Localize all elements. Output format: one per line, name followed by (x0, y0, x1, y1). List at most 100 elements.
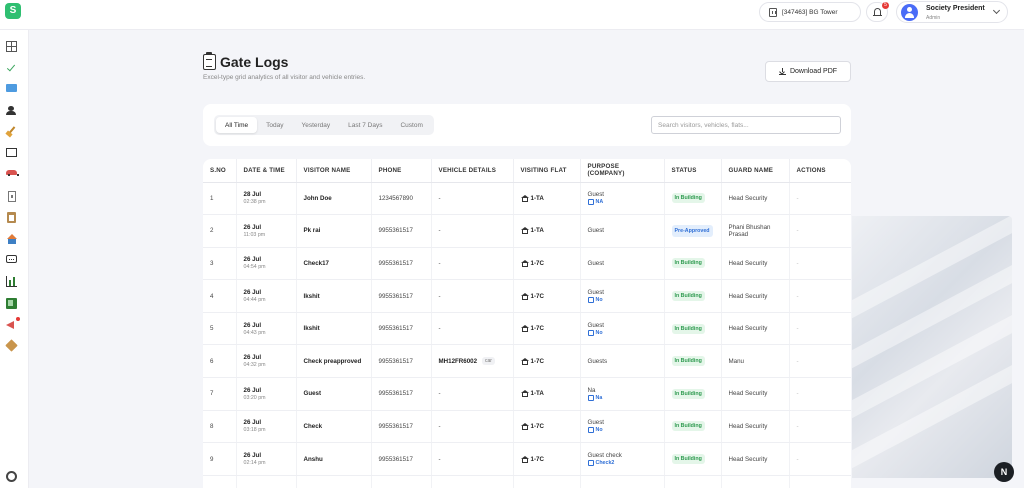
status-cell: In Building (664, 279, 722, 313)
table-row[interactable]: 5 26 Jul 04:43 pm Ikshit 9955361517-1-7C Gues… (203, 312, 851, 346)
purpose-text: Guest check (587, 452, 622, 460)
actions-cell[interactable] (789, 475, 851, 488)
table-row[interactable]: 26 Jul Guest (203, 475, 851, 488)
entry-time: 04:32 pm (243, 362, 266, 369)
table-row[interactable]: 7 26 Jul 03:20 pm Guest 9955361517-1-TA Na Na I… (203, 377, 851, 411)
datetime-cell: 26 Jul 04:44 pm (236, 279, 297, 313)
column-header[interactable]: VISITING FLAT (513, 159, 581, 183)
actions-cell[interactable]: - (789, 442, 851, 476)
guard-cell: Head Security (721, 247, 790, 281)
profile-menu[interactable]: Society President Admin (896, 1, 1008, 23)
chart-icon[interactable] (6, 276, 17, 287)
flat-number: 1-7C (530, 325, 544, 333)
table-row[interactable]: 3 26 Jul 04:54 pm Check17 9955361517-1-7C Gue… (203, 247, 851, 281)
column-header[interactable]: PURPOSE (COMPANY) (580, 159, 665, 183)
table-row[interactable]: 9 26 Jul 02:14 pm Anshu 9955361517-1-7C Guest… (203, 442, 851, 476)
people-icon[interactable] (6, 105, 17, 116)
entry-date: 26 Jul (243, 354, 262, 362)
car-icon[interactable] (6, 170, 19, 176)
broom-icon[interactable] (6, 126, 17, 137)
column-header[interactable]: PHONE (371, 159, 432, 183)
download-icon (778, 68, 786, 75)
status-cell: In Building (664, 410, 722, 444)
table-row[interactable]: 4 26 Jul 04:44 pm Ikshit 9955361517-1-7C Gues… (203, 279, 851, 313)
gate-logs-table: S.NO DATE & TIME VISITOR NAME PHONE VEHI… (203, 159, 851, 488)
download-pdf-button[interactable]: Download PDF (765, 61, 851, 82)
flat-cell: 1-7C (513, 279, 581, 313)
grid-icon[interactable] (6, 41, 17, 52)
actions-cell[interactable]: - (789, 279, 851, 313)
visitor-name-cell: Guest (296, 377, 372, 411)
search-input[interactable] (651, 116, 841, 134)
vehicle-cell: - (431, 214, 514, 248)
card-icon[interactable] (6, 84, 17, 92)
settings-icon[interactable] (6, 471, 17, 482)
check-icon[interactable] (6, 62, 17, 73)
document-icon[interactable] (8, 191, 16, 202)
flat-number: 1-TA (530, 194, 544, 202)
tab-all-time[interactable]: All Time (216, 117, 258, 133)
company-icon (587, 297, 594, 304)
phone-cell: 9955361517 (371, 312, 432, 346)
flat-number: 1-7C (530, 455, 544, 463)
visitor-name-cell: Check17 (296, 247, 372, 281)
actions-cell[interactable]: - (789, 344, 851, 379)
visitor-name-cell: Anshu (296, 442, 372, 476)
flat-cell (513, 475, 581, 488)
tab-custom[interactable]: Custom (391, 117, 431, 133)
guard-cell: Head Security (721, 410, 790, 444)
chevron-down-icon (992, 6, 1001, 15)
actions-cell[interactable]: - (789, 182, 851, 216)
vehicle-cell: - (431, 182, 514, 216)
column-header[interactable]: VISITOR NAME (296, 159, 372, 183)
spreadsheet-icon[interactable] (6, 298, 17, 309)
assistant-fab-button[interactable]: N (994, 462, 1014, 482)
status-badge: In Building (671, 454, 705, 465)
tab-yesterday[interactable]: Yesterday (292, 117, 339, 133)
society-selector[interactable]: [347463] BG Tower (759, 2, 861, 22)
sno-cell: 1 (203, 182, 237, 216)
column-header[interactable]: DATE & TIME (236, 159, 297, 183)
actions-cell[interactable]: - (789, 410, 851, 444)
guard-cell (721, 475, 790, 488)
status-badge: In Building (671, 291, 705, 302)
flat-cell: 1-7C (513, 312, 581, 346)
tab-today[interactable]: Today (257, 117, 292, 133)
table-body: 1 28 Jul 02:38 pm John Doe 1234567890-1-TA Gu… (203, 182, 851, 488)
column-header[interactable]: ACTIONS (789, 159, 851, 183)
house-icon[interactable] (6, 234, 17, 245)
datetime-cell: 26 Jul 04:43 pm (236, 312, 297, 346)
guard-cell: Manu (721, 344, 790, 379)
box-icon[interactable] (5, 339, 18, 352)
column-header[interactable]: VEHICLE DETAILS (431, 159, 514, 183)
visitor-name-cell: Pk rai (296, 214, 372, 248)
actions-cell[interactable]: - (789, 377, 851, 411)
phone-cell: 9955361517 (371, 214, 432, 248)
page-title-text: Gate Logs (220, 54, 289, 70)
table-row[interactable]: 2 26 Jul 11:03 pm Pk rai 9955361517-1-TA Gues… (203, 214, 851, 248)
phone-cell: 9955361517 (371, 410, 432, 444)
table-row[interactable]: 8 26 Jul 03:18 pm Check 9955361517-1-7C Guest… (203, 410, 851, 444)
clipboard-icon[interactable] (7, 212, 16, 223)
table-row[interactable]: 1 28 Jul 02:38 pm John Doe 1234567890-1-TA Gu… (203, 182, 851, 216)
home-icon (520, 194, 529, 202)
actions-cell[interactable]: - (789, 312, 851, 346)
column-header[interactable]: GUARD NAME (721, 159, 790, 183)
chat-icon[interactable] (6, 255, 17, 263)
actions-cell[interactable]: - (789, 214, 851, 248)
status-cell: In Building (664, 344, 722, 379)
tab-last-7-days[interactable]: Last 7 Days (339, 117, 391, 133)
sno-cell: 3 (203, 247, 237, 281)
notifications-button[interactable]: 5 (866, 2, 889, 22)
column-header[interactable]: STATUS (664, 159, 722, 183)
flat-cell: 1-7C (513, 442, 581, 476)
app-logo[interactable]: S (5, 3, 21, 19)
megaphone-icon[interactable] (6, 317, 20, 330)
table-row[interactable]: 6 26 Jul 04:32 pm Check preapproved 99553615… (203, 344, 851, 379)
column-header[interactable]: S.NO (203, 159, 237, 183)
flat-cell: 1-TA (513, 377, 581, 411)
guard-cell: Head Security (721, 279, 790, 313)
actions-cell[interactable]: - (789, 247, 851, 281)
status-badge: In Building (671, 323, 705, 334)
frame-icon[interactable] (6, 148, 17, 157)
